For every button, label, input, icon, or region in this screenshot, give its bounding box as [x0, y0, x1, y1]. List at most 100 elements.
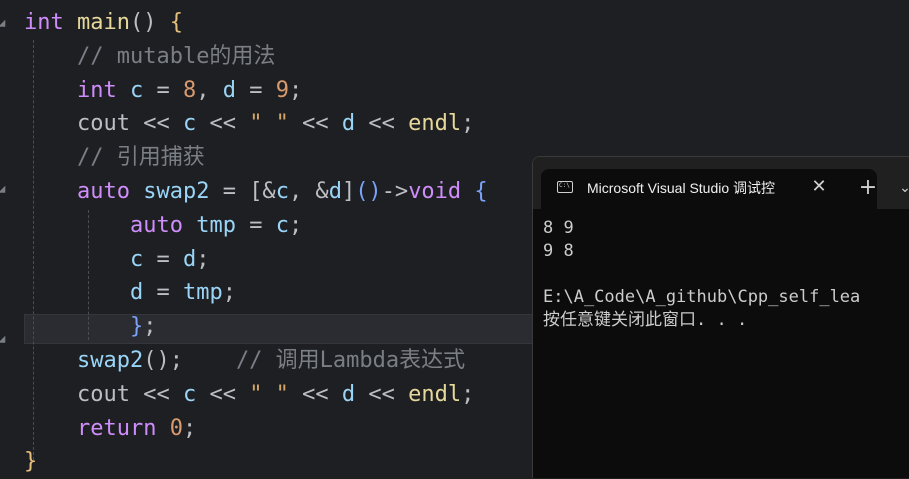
close-tab-icon[interactable]: ✕	[809, 176, 829, 198]
code-token: d	[182, 246, 197, 272]
code-token: ;	[288, 212, 303, 238]
terminal-window[interactable]: Microsoft Visual Studio 调试控 ✕ + ⌄ 8 9 9 …	[532, 156, 909, 478]
new-tab-icon[interactable]: +	[857, 177, 879, 199]
code-token: d	[129, 280, 144, 306]
code-token: main	[77, 10, 130, 35]
code-token: ()	[129, 10, 170, 35]
code-token: <<	[355, 111, 409, 137]
code-token: = [&	[209, 179, 276, 204]
code-token: c	[182, 381, 197, 407]
terminal-output-line: 按任意键关闭此窗口. . .	[543, 310, 748, 330]
code-token: int	[76, 77, 117, 103]
code-token: ()	[355, 179, 382, 204]
terminal-output-line: 9 8	[543, 241, 574, 261]
code-token: return	[76, 415, 157, 441]
terminal-tab-title: Microsoft Visual Studio 调试控	[587, 180, 776, 196]
code-token: // 引用捕获	[76, 145, 205, 171]
code-token: void	[408, 179, 462, 204]
code-token: c	[182, 111, 197, 137]
code-token: cout	[76, 381, 130, 407]
terminal-output-line: E:\A_Code\A_github\Cpp_self_lea	[543, 287, 861, 307]
code-token: c	[275, 212, 289, 238]
code-token: d	[328, 179, 342, 204]
code-token: ->	[381, 179, 409, 204]
code-token: <<	[129, 111, 183, 137]
code-token: " "	[249, 381, 289, 407]
code-token: swap2	[76, 348, 144, 373]
code-token: ;	[461, 111, 475, 137]
terminal-tab[interactable]: Microsoft Visual Studio 调试控 ✕	[541, 169, 877, 209]
code-token: =	[143, 280, 183, 306]
code-line[interactable]: int main() {	[24, 6, 909, 40]
code-token: d	[341, 111, 356, 137]
terminal-tab-bar: Microsoft Visual Studio 调试控 ✕ + ⌄	[533, 157, 909, 209]
code-token: tmp	[182, 280, 223, 306]
code-line[interactable]: // mutable的用法	[24, 40, 909, 74]
code-token: tmp	[196, 212, 236, 238]
code-token: =	[143, 77, 183, 103]
code-token: auto	[129, 212, 183, 238]
code-token: ;	[288, 77, 303, 103]
code-token: d	[222, 77, 236, 103]
code-token: ,	[196, 77, 223, 103]
code-token: }	[129, 314, 144, 340]
code-token: ;	[196, 246, 210, 272]
code-line[interactable]: int c = 8, d = 9;	[24, 74, 909, 108]
code-token: 0	[169, 415, 183, 441]
code-line[interactable]: cout << c << " " << d << endl;	[24, 107, 909, 141]
code-token: {	[169, 10, 183, 35]
code-token: // mutable的用法	[76, 43, 276, 69]
fold-toggle-lambda-icon[interactable]	[0, 186, 8, 196]
code-token: ;	[143, 314, 157, 340]
code-token: , &	[288, 179, 329, 204]
code-token: c	[275, 179, 289, 204]
code-token: <<	[129, 381, 183, 407]
chevron-down-icon[interactable]: ⌄	[897, 177, 909, 199]
code-token: ]	[341, 179, 356, 204]
code-token: d	[341, 381, 356, 407]
code-token: =	[143, 246, 183, 272]
code-token: }	[24, 449, 38, 475]
fold-toggle-main-icon[interactable]	[0, 20, 8, 30]
code-token: =	[235, 212, 276, 238]
code-token: <<	[196, 111, 250, 137]
code-token: <<	[288, 111, 342, 137]
code-token: c	[129, 246, 144, 272]
code-token: endl	[408, 111, 462, 137]
code-token: ;	[182, 415, 197, 441]
terminal-icon	[557, 181, 573, 193]
code-token: ;	[461, 381, 475, 407]
code-token: // 调用Lambda表达式	[235, 348, 466, 373]
fold-marker-icon	[0, 336, 8, 340]
code-token: <<	[355, 381, 409, 407]
code-token: ();	[143, 348, 236, 373]
code-token: int	[24, 10, 64, 35]
code-token: {	[474, 179, 488, 204]
code-token: cout	[76, 111, 130, 137]
code-token: =	[235, 77, 276, 103]
code-token: endl	[408, 381, 462, 407]
code-token: swap2	[143, 179, 210, 204]
code-token: auto	[76, 179, 130, 204]
code-token: 8	[182, 77, 197, 103]
code-token: <<	[288, 381, 342, 407]
code-token: ;	[222, 280, 236, 306]
